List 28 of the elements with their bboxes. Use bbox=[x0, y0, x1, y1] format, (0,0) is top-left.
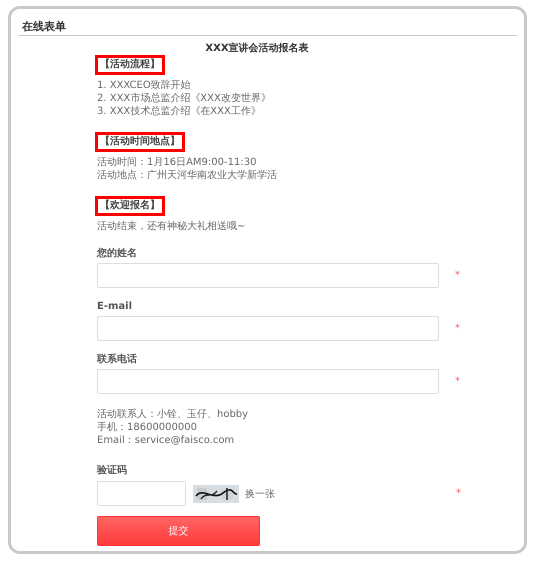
info-text: 3. XXX技术总监介绍《在XXX工作》 bbox=[97, 105, 262, 118]
contact-text: Email：service@faisco.com bbox=[97, 434, 236, 447]
submit-button[interactable]: 提交 bbox=[97, 516, 260, 546]
panel-title: 在线表单 bbox=[18, 9, 517, 36]
section-heading: 【活动时间地点】 bbox=[95, 132, 185, 152]
required-mark: * bbox=[456, 488, 461, 499]
required-mark: * bbox=[455, 323, 460, 334]
info-text: 活动时间：1月16日AM9:00-11:30 bbox=[97, 156, 258, 169]
info-text: 2. XXX市场总监介绍《XXX改变世界》 bbox=[97, 92, 272, 105]
required-mark: * bbox=[455, 376, 460, 387]
section-heading: 【欢迎报名】 bbox=[95, 196, 165, 216]
input-field[interactable] bbox=[97, 263, 439, 288]
form-title: XXX宣讲会活动报名表 bbox=[204, 42, 310, 55]
contact-text: 手机：18600000000 bbox=[97, 421, 198, 434]
input-field[interactable] bbox=[97, 316, 439, 341]
field-label: 您的姓名 bbox=[97, 247, 138, 260]
contact-text: 活动联系人：小铨、玉仔、hobby bbox=[97, 408, 250, 421]
section-heading: 【活动流程】 bbox=[95, 55, 165, 75]
captcha-field[interactable] bbox=[97, 481, 186, 506]
field-label: 联系电话 bbox=[97, 353, 138, 366]
field-label: E-mail bbox=[97, 300, 134, 313]
refresh-captcha-link[interactable]: 换一张 bbox=[245, 486, 275, 500]
required-mark: * bbox=[455, 270, 460, 281]
info-text: 1. XXXCEO致辞开始 bbox=[97, 79, 192, 92]
input-field[interactable] bbox=[97, 369, 439, 394]
field-label: 验证码 bbox=[97, 464, 128, 477]
info-text: 活动地点：广州天河华南农业大学新学活 bbox=[97, 169, 278, 182]
info-text: 活动结束，还有神秘大礼相送哦~ bbox=[97, 220, 246, 233]
